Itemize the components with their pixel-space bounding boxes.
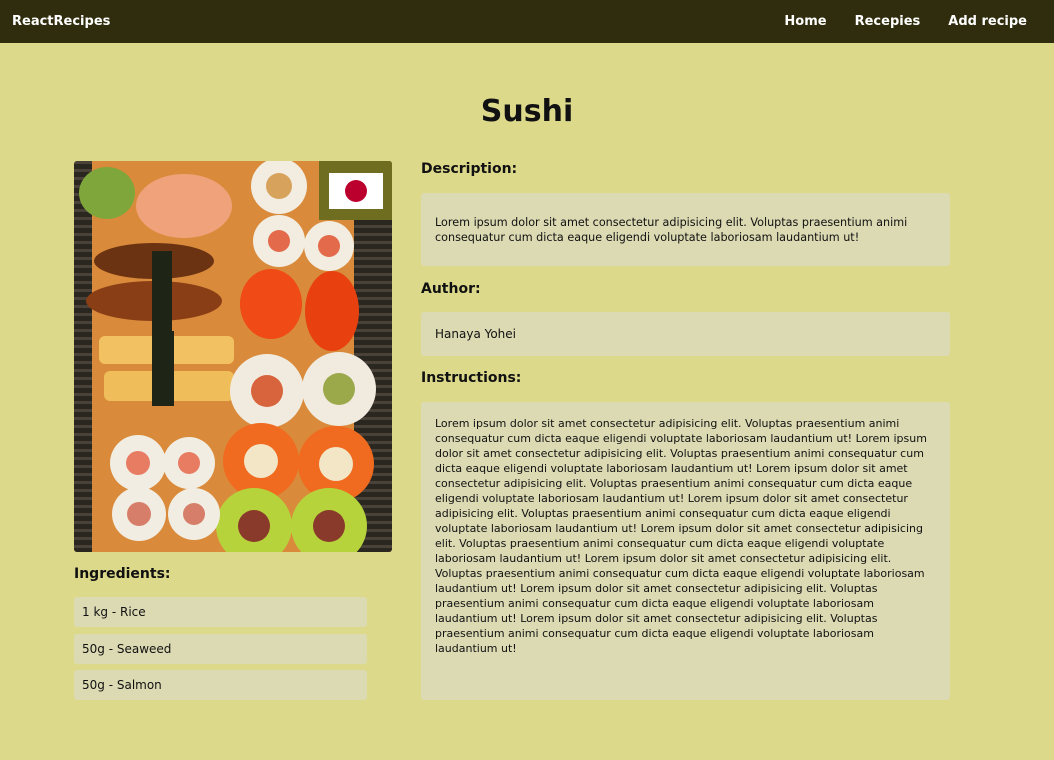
nav-recipes-link[interactable]: Recepies (855, 14, 921, 29)
instructions-label: Instructions: (421, 370, 522, 386)
nav-links: Home Recepies Add recipe (784, 14, 1042, 29)
author-name: Hanaya Yohei (435, 326, 517, 341)
recipe-title: Sushi (480, 94, 574, 129)
ingredients-label: Ingredients: (74, 566, 171, 582)
instructions-text: Lorem ipsum dolor sit amet consectetur a… (435, 417, 927, 655)
instructions-panel: Lorem ipsum dolor sit amet consectetur a… (421, 402, 950, 700)
brand-link[interactable]: ReactRecipes (12, 14, 110, 29)
ingredient-item: 50g - Seaweed (74, 633, 367, 664)
author-label: Author: (421, 281, 481, 297)
ingredients-list: 1 kg - Rice 50g - Seaweed 50g - Salmon (74, 597, 367, 707)
description-text: Lorem ipsum dolor sit amet consectetur a… (435, 215, 908, 244)
ingredient-item: 50g - Salmon (74, 670, 367, 700)
flag-badge (319, 161, 392, 220)
navbar: ReactRecipes Home Recepies Add recipe (0, 0, 1054, 43)
description-panel: Lorem ipsum dolor sit amet consectetur a… (421, 193, 950, 266)
nav-add-recipe-link[interactable]: Add recipe (948, 14, 1027, 29)
description-label: Description: (421, 161, 518, 177)
author-panel: Hanaya Yohei (421, 312, 950, 356)
ingredient-item: 1 kg - Rice (74, 597, 367, 627)
japan-flag-icon (328, 172, 383, 209)
nav-home-link[interactable]: Home (784, 14, 826, 29)
flag-red-circle (344, 179, 367, 202)
recipe-image (74, 161, 392, 552)
